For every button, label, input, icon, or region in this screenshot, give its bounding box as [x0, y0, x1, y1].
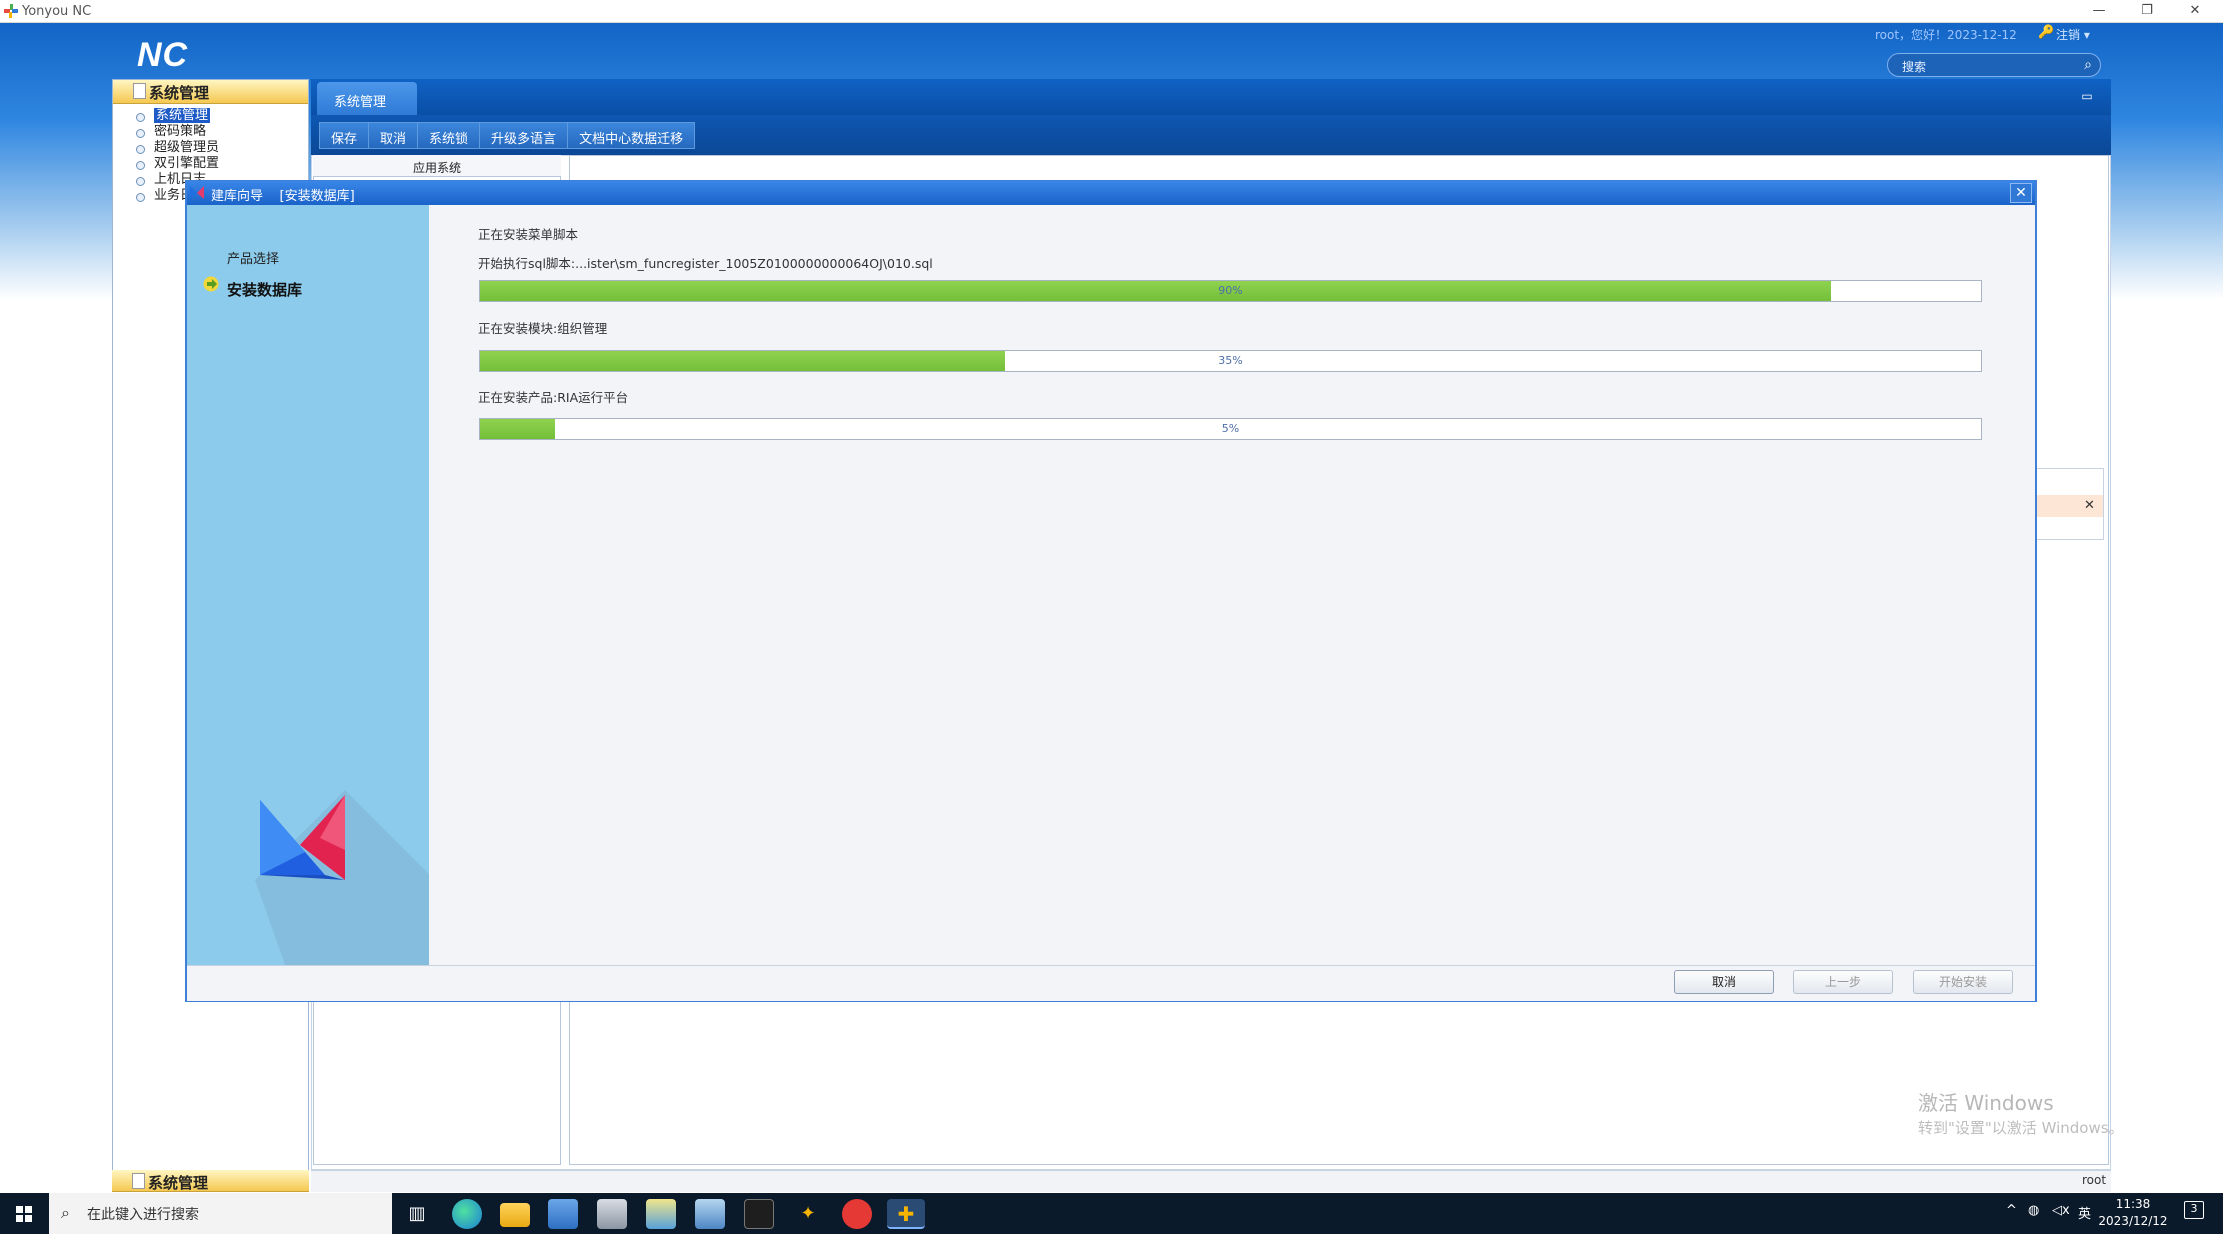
progress-heading-3: 正在安装产品:RIA运行平台: [478, 390, 629, 405]
save-button[interactable]: 保存: [319, 122, 370, 149]
app-system-tab[interactable]: 应用系统: [313, 155, 561, 177]
progress-percent-label: 90%: [1218, 284, 1243, 297]
tree-item-system-management[interactable]: 系统管理: [133, 108, 308, 124]
yonyou-taskbar-icon[interactable]: ✦: [793, 1199, 823, 1229]
search-icon[interactable]: ⌕: [2084, 57, 2092, 73]
tray-expand-icon[interactable]: ^: [2006, 1203, 2017, 1218]
current-step-arrow-icon: [203, 276, 219, 292]
document-icon: [132, 1173, 145, 1189]
yonyou-app-icon: [4, 4, 18, 18]
logout-label: 注销: [2056, 28, 2081, 42]
left-panel-bottom-title: 系统管理: [148, 1174, 209, 1192]
cancel-button[interactable]: 取消: [368, 122, 419, 149]
activation-watermark-text: 转到"设置"以激活 Windows。: [1918, 1119, 2124, 1137]
restore-button[interactable]: ❐: [2124, 1, 2170, 21]
main-toolbar: 保存 取消 系统锁 升级多语言 文档中心数据迁移: [311, 115, 2111, 155]
taskbar-search[interactable]: ⌕ 在此键入进行搜索: [49, 1193, 392, 1234]
dialog-title: 建库向导: [211, 189, 264, 204]
task-view-icon[interactable]: ▥: [402, 1199, 432, 1229]
close-window-button[interactable]: ✕: [2172, 1, 2218, 21]
left-panel-title: 系统管理: [149, 84, 210, 102]
tree-item-dual-engine[interactable]: 双引擎配置: [133, 156, 308, 172]
app-icon-2[interactable]: [597, 1199, 627, 1229]
nc-logo: NC: [137, 36, 189, 74]
tree-item-label: 系统管理: [154, 108, 211, 123]
step-install-db: 安装数据库: [227, 281, 303, 299]
step-product-select: 产品选择: [227, 252, 280, 267]
dialog-close-button[interactable]: ✕: [2010, 183, 2032, 203]
tree-item-super-admin[interactable]: 超级管理员: [133, 140, 308, 156]
network-icon[interactable]: ◍: [2028, 1203, 2039, 1218]
window-titlebar: Yonyou NC — ❐ ✕: [0, 0, 2223, 23]
tab-system-management[interactable]: 系统管理: [317, 82, 417, 115]
activation-watermark-title: 激活 Windows: [1918, 1091, 2054, 1115]
maximize-panel-icon[interactable]: ▭: [2062, 89, 2112, 107]
yonyou-nc-active-icon[interactable]: ✚: [887, 1199, 925, 1229]
volume-muted-icon[interactable]: ◁x: [2052, 1203, 2070, 1218]
app-icon-3[interactable]: [646, 1199, 676, 1229]
window-title: Yonyou NC: [22, 4, 92, 19]
system-lock-button[interactable]: 系统锁: [417, 122, 481, 149]
close-row-icon[interactable]: ✕: [2084, 498, 2095, 513]
search-placeholder: 搜索: [1902, 60, 1927, 74]
windows-start-icon[interactable]: [0, 1193, 48, 1234]
clock-date: 2023/12/12: [2098, 1214, 2168, 1228]
notification-icon[interactable]: 3: [2184, 1201, 2204, 1219]
main-tab-bar: [311, 79, 2111, 115]
left-panel-header[interactable]: 系统管理: [113, 80, 308, 104]
dialog-subtitle: [安装数据库]: [279, 189, 355, 204]
yonyou-m-logo: [255, 790, 430, 965]
edge-browser-icon[interactable]: [452, 1199, 482, 1229]
tree-item-label: 密码策略: [154, 124, 207, 139]
app-icon-1[interactable]: [548, 1199, 578, 1229]
taskbar-clock[interactable]: 11:38 2023/12/12: [2096, 1196, 2170, 1230]
search-icon: ⌕: [61, 1203, 70, 1222]
progress-heading-2: 正在安装模块:组织管理: [478, 321, 608, 336]
wizard-install-button[interactable]: 开始安装: [1913, 970, 2013, 994]
app-icon-5[interactable]: [842, 1199, 872, 1229]
logout-link[interactable]: 注销 ▾: [2056, 26, 2090, 43]
left-panel-bottom-header[interactable]: 系统管理: [112, 1170, 309, 1192]
taskbar-search-placeholder: 在此键入进行搜索: [87, 1207, 199, 1223]
progress-percent-label: 5%: [1221, 422, 1240, 435]
wizard-prev-button[interactable]: 上一步: [1793, 970, 1893, 994]
progress-detail-1: 开始执行sql脚本:...ister\sm_funcregister_1005Z…: [478, 256, 933, 271]
status-bar: [311, 1170, 2111, 1192]
progress-bar-menu-script: 90%: [479, 280, 1982, 302]
document-icon: [133, 83, 146, 99]
doc-center-migration-button[interactable]: 文档中心数据迁移: [567, 122, 696, 149]
search-input[interactable]: 搜索 ⌕: [1887, 53, 2101, 77]
ime-indicator[interactable]: 英: [2078, 1203, 2091, 1222]
clock-time: 11:38: [2115, 1197, 2151, 1211]
dialog-titlebar: 建库向导 [安装数据库]: [187, 181, 2035, 205]
user-greeting: root，您好！2023-12-12: [1875, 28, 2017, 42]
tree-item-label: 双引擎配置: [154, 156, 220, 171]
key-icon: 🔑: [2038, 25, 2055, 40]
upgrade-multilang-button[interactable]: 升级多语言: [479, 122, 569, 149]
progress-percent-label: 35%: [1218, 354, 1243, 367]
progress-bar-product: 5%: [479, 418, 1982, 440]
wizard-main: [429, 205, 2035, 965]
progress-heading-1: 正在安装菜单脚本: [478, 227, 579, 242]
minimize-button[interactable]: —: [2076, 1, 2122, 21]
tree-item-label: 超级管理员: [154, 140, 220, 155]
wizard-logo-icon: [190, 186, 204, 199]
wizard-cancel-button[interactable]: 取消: [1674, 970, 1774, 994]
status-user: root: [2082, 1173, 2107, 1187]
app-icon-4[interactable]: [695, 1199, 725, 1229]
progress-bar-module: 35%: [479, 350, 1982, 372]
terminal-icon[interactable]: [744, 1199, 774, 1229]
tree-item-password-policy[interactable]: 密码策略: [133, 124, 308, 140]
file-explorer-icon[interactable]: [500, 1203, 530, 1227]
